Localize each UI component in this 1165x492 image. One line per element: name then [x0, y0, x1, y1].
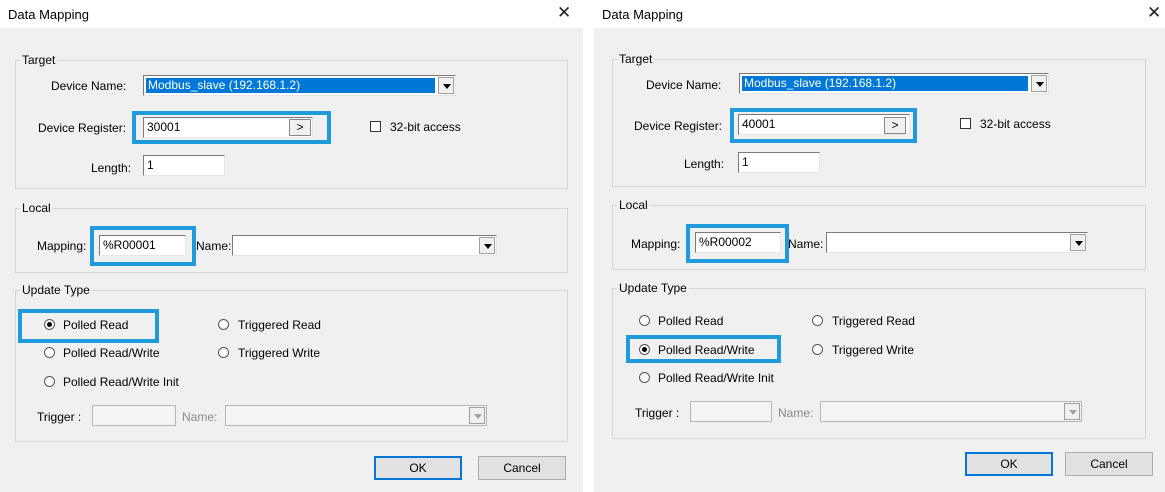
- chevron-down-icon[interactable]: [479, 237, 495, 254]
- length-label: Length:: [684, 157, 725, 171]
- polled-read-write-init-radio[interactable]: [44, 376, 55, 387]
- length-label: Length:: [91, 161, 132, 175]
- dialog-title: Data Mapping: [602, 7, 683, 22]
- polled-read-write-radio[interactable]: [639, 344, 650, 355]
- ok-button[interactable]: OK: [965, 452, 1053, 476]
- device-name-select[interactable]: Modbus_slave (192.168.1.2): [143, 75, 456, 96]
- triggered-read-label: Triggered Read: [832, 314, 915, 328]
- name-label: Name:: [196, 239, 232, 253]
- triggered-write-radio[interactable]: [812, 344, 823, 355]
- mapping-label: Mapping:: [631, 237, 681, 251]
- data-mapping-dialog: Data Mapping ✕ Target Device Name: Modbu…: [0, 0, 583, 492]
- polled-read-write-label: Polled Read/Write: [63, 346, 160, 360]
- triggered-write-label: Triggered Write: [832, 343, 915, 357]
- trigger-name-label: Name:: [182, 410, 218, 424]
- device-name-label: Device Name:: [646, 78, 722, 92]
- mapping-label: Mapping:: [37, 239, 87, 253]
- triggered-read-label: Triggered Read: [238, 318, 321, 332]
- title-bar: Data Mapping ✕: [594, 0, 1165, 28]
- browse-register-button[interactable]: >: [884, 117, 906, 134]
- bit32-label: 32-bit access: [390, 120, 461, 134]
- device-name-select[interactable]: Modbus_slave (192.168.1.2): [739, 73, 1049, 94]
- cancel-button[interactable]: Cancel: [478, 456, 566, 480]
- polled-read-radio[interactable]: [639, 315, 650, 326]
- device-name-label: Device Name:: [51, 79, 127, 93]
- length-input[interactable]: 1: [143, 155, 225, 176]
- target-legend: Target: [22, 53, 56, 67]
- chevron-down-icon[interactable]: [438, 77, 454, 94]
- polled-read-label: Polled Read: [658, 314, 724, 328]
- local-legend: Local: [22, 201, 51, 215]
- mapping-input[interactable]: %R00001: [99, 235, 186, 256]
- title-bar: Data Mapping ✕: [0, 0, 583, 28]
- polled-read-label: Polled Read: [63, 318, 129, 332]
- chevron-down-icon[interactable]: [469, 407, 485, 424]
- device-register-input[interactable]: 30001: [143, 117, 313, 138]
- trigger-name-select[interactable]: [820, 401, 1082, 422]
- update-type-legend: Update Type: [22, 283, 90, 297]
- trigger-label: Trigger :: [635, 406, 680, 420]
- chevron-down-icon[interactable]: [1031, 75, 1047, 92]
- ok-button[interactable]: OK: [374, 456, 462, 480]
- dialog-title: Data Mapping: [8, 7, 89, 22]
- device-name-value: Modbus_slave (192.168.1.2): [742, 76, 1028, 91]
- mapping-input[interactable]: %R00002: [695, 232, 781, 253]
- close-icon[interactable]: ✕: [557, 3, 571, 23]
- polled-read-write-init-label: Polled Read/Write Init: [63, 375, 179, 389]
- chevron-down-icon[interactable]: [1070, 234, 1086, 251]
- triggered-write-radio[interactable]: [218, 347, 229, 358]
- name-select[interactable]: [232, 235, 497, 256]
- local-legend: Local: [619, 198, 648, 212]
- trigger-input[interactable]: [690, 401, 772, 422]
- device-register-label: Device Register:: [634, 119, 723, 133]
- name-label: Name:: [788, 237, 824, 251]
- length-input[interactable]: 1: [738, 152, 820, 173]
- bit32-checkbox[interactable]: [960, 118, 971, 129]
- target-legend: Target: [619, 52, 653, 66]
- browse-register-button[interactable]: >: [289, 119, 311, 136]
- triggered-read-radio[interactable]: [812, 315, 823, 326]
- data-mapping-dialog: Data Mapping ✕ Target Device Name: Modbu…: [594, 0, 1165, 492]
- polled-read-write-label: Polled Read/Write: [658, 343, 755, 357]
- device-name-value: Modbus_slave (192.168.1.2): [146, 78, 435, 93]
- trigger-label: Trigger :: [37, 410, 82, 424]
- close-icon[interactable]: ✕: [1147, 3, 1161, 23]
- triggered-write-label: Triggered Write: [238, 346, 321, 360]
- polled-read-write-init-radio[interactable]: [639, 372, 650, 383]
- cancel-button[interactable]: Cancel: [1065, 452, 1153, 476]
- chevron-down-icon[interactable]: [1064, 403, 1080, 420]
- trigger-name-select[interactable]: [225, 405, 487, 426]
- trigger-input[interactable]: [92, 405, 176, 426]
- bit32-checkbox[interactable]: [370, 121, 381, 132]
- update-type-legend: Update Type: [619, 281, 687, 295]
- polled-read-write-init-label: Polled Read/Write Init: [658, 371, 774, 385]
- polled-read-radio[interactable]: [44, 319, 55, 330]
- triggered-read-radio[interactable]: [218, 319, 229, 330]
- trigger-name-label: Name:: [778, 406, 814, 420]
- polled-read-write-radio[interactable]: [44, 347, 55, 358]
- name-select[interactable]: [826, 232, 1088, 253]
- bit32-label: 32-bit access: [980, 117, 1051, 131]
- device-register-label: Device Register:: [38, 121, 127, 135]
